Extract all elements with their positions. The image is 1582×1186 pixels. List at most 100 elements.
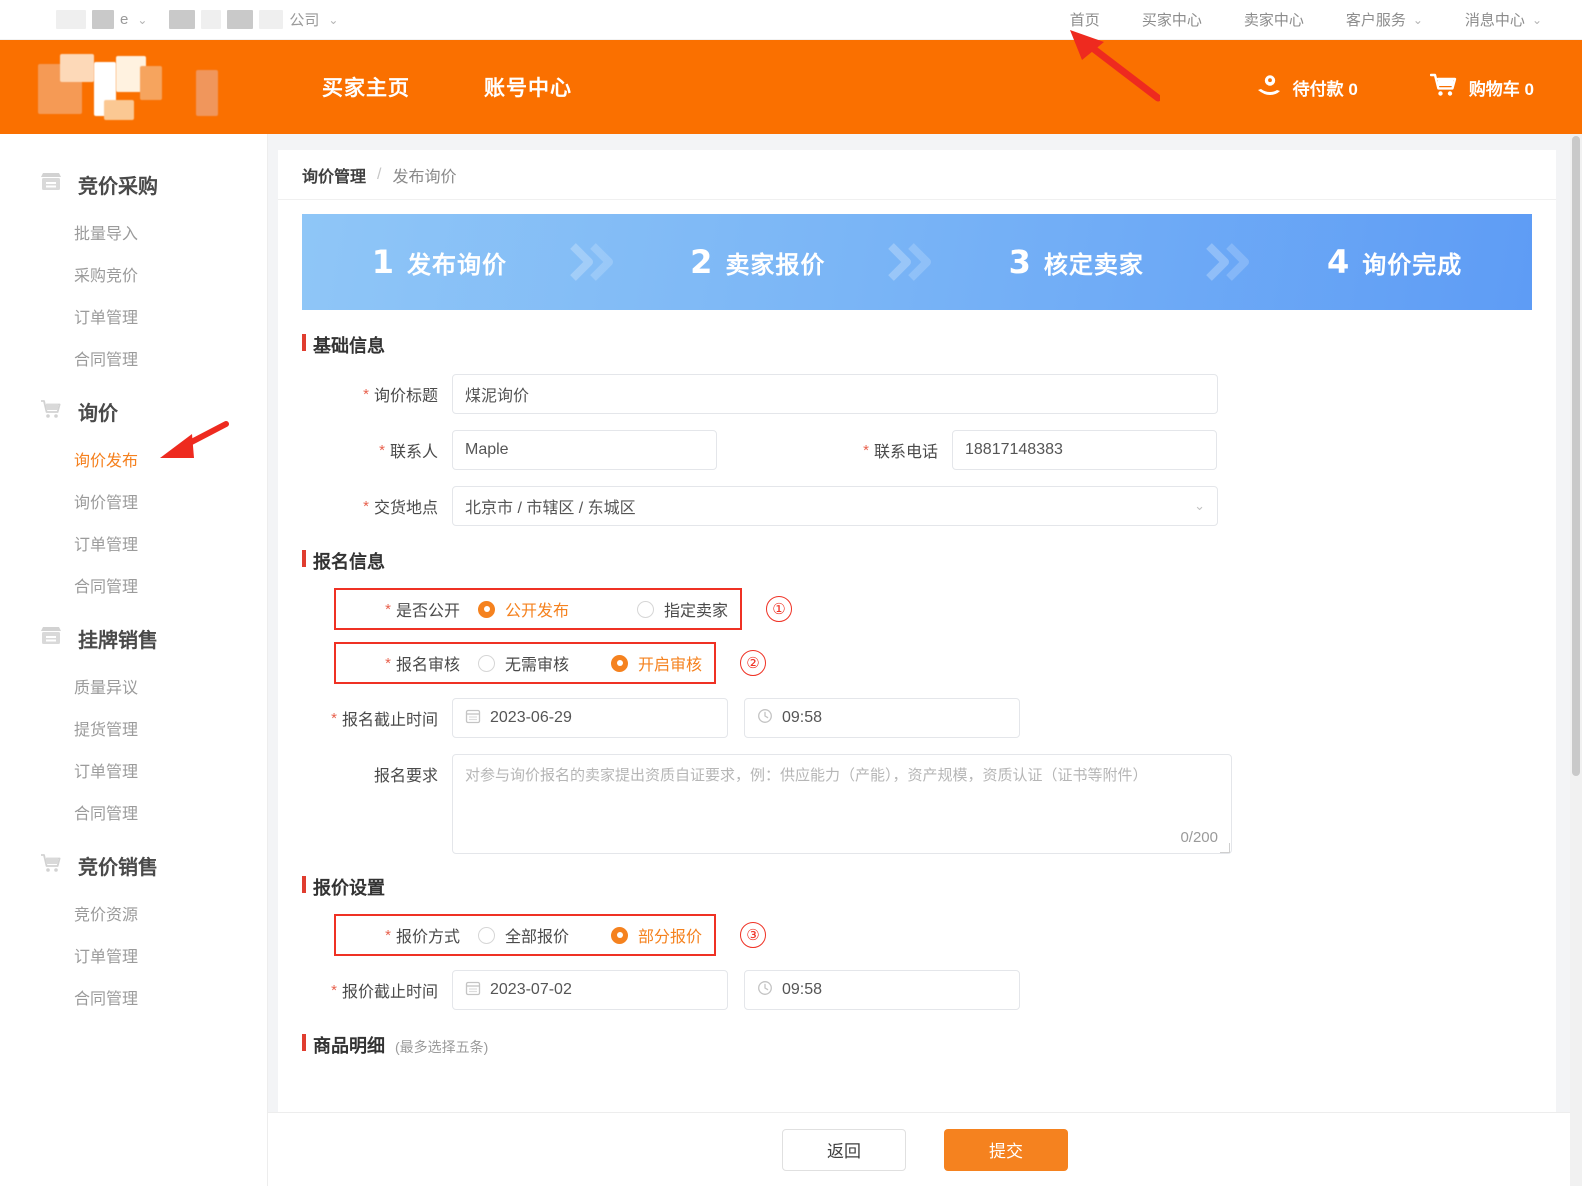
sidebar-group-header-bidding-purchase[interactable]: 竞价采购 bbox=[0, 158, 267, 211]
sidebar-item-batch-import[interactable]: 批量导入 bbox=[0, 211, 267, 253]
select-delivery-address[interactable]: 北京市 / 市辖区 / 东城区 ⌄ bbox=[452, 486, 1218, 526]
scrollbar-thumb[interactable] bbox=[1572, 136, 1580, 776]
form-row-signup-deadline: * 报名截止时间 2023-06-29 09:58 bbox=[278, 698, 1556, 738]
brand-nav: 买家主页 账号中心 bbox=[322, 72, 572, 102]
company-switcher[interactable]: 公司 ⌄ bbox=[169, 9, 338, 30]
sidebar-group-title: 竞价采购 bbox=[78, 176, 158, 198]
date-input-signup-deadline[interactable]: 2023-06-29 bbox=[452, 698, 728, 738]
sidebar-item-order-management-4[interactable]: 订单管理 bbox=[0, 934, 267, 976]
radio-partial-quote[interactable]: 部分报价 bbox=[611, 923, 702, 947]
time-input-signup-deadline[interactable]: 09:58 bbox=[744, 698, 1020, 738]
pending-payment-button[interactable]: 待付款 0 bbox=[1256, 72, 1358, 103]
chevron-down-icon: ⌄ bbox=[137, 12, 148, 27]
sidebar-item-contract-management-1[interactable]: 合同管理 bbox=[0, 337, 267, 379]
form-row-signup-requirement: 报名要求 对参与询价报名的卖家提出资质自证要求，例：供应能力（产能），资产规模，… bbox=[278, 754, 1556, 854]
step-3-verify-seller: 3 核定卖家 bbox=[1009, 243, 1144, 281]
radio-full-quote[interactable]: 全部报价 bbox=[478, 923, 569, 947]
radio-public-release[interactable]: 公开发布 bbox=[478, 597, 569, 621]
redacted-block bbox=[201, 10, 222, 29]
resize-grip-icon[interactable] bbox=[1220, 843, 1230, 853]
redacted-block bbox=[259, 10, 284, 29]
sidebar-item-quality-objection[interactable]: 质量异议 bbox=[0, 665, 267, 707]
radio-label: 公开发布 bbox=[505, 603, 570, 620]
pending-payment-label: 待付款 0 bbox=[1292, 79, 1358, 99]
form-row-signup-audit: * 报名审核 无需审核 开启审核 ② bbox=[334, 642, 1556, 684]
label-contact-person: * 联系人 bbox=[278, 438, 438, 462]
input-contact-person[interactable]: Maple bbox=[452, 430, 717, 470]
top-nav-item-customer-service[interactable]: 客户服务 ⌄ bbox=[1346, 9, 1423, 30]
top-nav-item-home[interactable]: 首页 bbox=[1070, 9, 1100, 30]
submit-button[interactable]: 提交 bbox=[944, 1128, 1068, 1171]
step-number: 3 bbox=[1008, 243, 1031, 281]
cart-icon bbox=[40, 853, 62, 879]
sidebar-item-contract-management-3[interactable]: 合同管理 bbox=[0, 791, 267, 833]
account-switcher[interactable]: e ⌄ bbox=[56, 10, 147, 29]
store-icon bbox=[40, 172, 62, 198]
top-nav-item-buyer-center[interactable]: 买家中心 bbox=[1142, 9, 1202, 30]
radio-label: 指定卖家 bbox=[664, 603, 729, 620]
back-button[interactable]: 返回 bbox=[782, 1128, 906, 1171]
radio-indicator bbox=[478, 600, 495, 618]
radio-designated-seller[interactable]: 指定卖家 bbox=[637, 597, 728, 621]
sidebar-group-title: 挂牌销售 bbox=[78, 630, 158, 652]
breadcrumb: 询价管理 / 发布询价 bbox=[278, 150, 1556, 200]
sidebar-group-inquiry: 询价 询价发布 询价管理 订单管理 合同管理 bbox=[0, 385, 267, 606]
redacted-block bbox=[92, 10, 114, 29]
step-number: 4 bbox=[1326, 243, 1350, 281]
top-nav-label: 买家中心 bbox=[1141, 12, 1202, 29]
label-text: 报价方式 bbox=[395, 929, 460, 946]
annotation-box-3: * 报价方式 全部报价 部分报价 bbox=[334, 914, 717, 956]
form-row-delivery-address: * 交货地点 北京市 / 市辖区 / 东城区 ⌄ bbox=[278, 486, 1556, 526]
step-arrow-icon bbox=[1206, 242, 1255, 282]
sidebar-group-header-bidding-sales[interactable]: 竞价销售 bbox=[0, 839, 267, 892]
page-scrollbar[interactable] bbox=[1570, 134, 1582, 1186]
sidebar-item-contract-management-4[interactable]: 合同管理 bbox=[0, 976, 267, 1018]
brand-nav-item-buyer-home[interactable]: 买家主页 bbox=[322, 72, 410, 102]
site-logo[interactable] bbox=[0, 40, 300, 134]
required-asterisk: * bbox=[863, 441, 869, 459]
sidebar-group-bidding-sales: 竞价销售 竞价资源 订单管理 合同管理 bbox=[0, 839, 267, 1018]
sidebar-item-bidding-resource[interactable]: 竞价资源 bbox=[0, 892, 267, 934]
input-inquiry-title[interactable]: 煤泥询价 bbox=[452, 374, 1218, 414]
date-input-quote-deadline[interactable]: 2023-07-02 bbox=[452, 970, 728, 1010]
logo-blob bbox=[104, 100, 134, 120]
sidebar-group-header-listing-sales[interactable]: 挂牌销售 bbox=[0, 612, 267, 665]
time-value: 09:58 bbox=[782, 981, 823, 998]
required-asterisk: * bbox=[331, 709, 337, 727]
sidebar-group-header-inquiry[interactable]: 询价 bbox=[0, 385, 267, 438]
sidebar-item-purchase-bidding[interactable]: 采购竞价 bbox=[0, 253, 267, 295]
sidebar-item-order-management-2[interactable]: 订单管理 bbox=[0, 522, 267, 564]
form-row-is-public: * 是否公开 公开发布 指定卖家 ① bbox=[334, 588, 1556, 630]
cart-icon bbox=[40, 399, 62, 425]
top-nav-label: 卖家中心 bbox=[1243, 12, 1304, 29]
sidebar-item-inquiry-management[interactable]: 询价管理 bbox=[0, 480, 267, 522]
sidebar: 竞价采购 批量导入 采购竞价 订单管理 合同管理 询价 询价发布 询价管理 订单… bbox=[0, 134, 268, 1186]
cart-button[interactable]: 购物车 0 bbox=[1429, 72, 1534, 103]
clock-icon bbox=[757, 708, 782, 729]
sidebar-item-order-management-1[interactable]: 订单管理 bbox=[0, 295, 267, 337]
time-input-quote-deadline[interactable]: 09:58 bbox=[744, 970, 1020, 1010]
sidebar-item-pickup-management[interactable]: 提货管理 bbox=[0, 707, 267, 749]
brand-nav-item-account-center[interactable]: 账号中心 bbox=[484, 72, 572, 102]
label-contact-phone: * 联系电话 bbox=[788, 438, 938, 462]
radio-indicator bbox=[478, 654, 495, 672]
breadcrumb-item-inquiry-management[interactable]: 询价管理 bbox=[302, 163, 366, 187]
footer-action-bar: 返回 提交 bbox=[268, 1112, 1582, 1186]
top-nav-label: 首页 bbox=[1069, 12, 1100, 29]
chevron-down-icon: ⌄ bbox=[1531, 12, 1542, 27]
top-nav-item-message-center[interactable]: 消息中心 ⌄ bbox=[1465, 9, 1542, 30]
textarea-signup-requirement[interactable]: 对参与询价报名的卖家提出资质自证要求，例：供应能力（产能），资产规模，资质认证（… bbox=[452, 754, 1232, 854]
sidebar-item-order-management-3[interactable]: 订单管理 bbox=[0, 749, 267, 791]
sidebar-item-contract-management-2[interactable]: 合同管理 bbox=[0, 564, 267, 606]
required-asterisk: * bbox=[385, 926, 391, 944]
radio-enable-audit[interactable]: 开启审核 bbox=[611, 651, 702, 675]
radio-indicator bbox=[611, 654, 629, 672]
top-nav-item-seller-center[interactable]: 卖家中心 bbox=[1244, 9, 1304, 30]
input-contact-phone[interactable]: 18817148383 bbox=[952, 430, 1217, 470]
radio-no-audit[interactable]: 无需审核 bbox=[478, 651, 569, 675]
label-text: 交货地点 bbox=[373, 500, 438, 517]
label-text: 联系人 bbox=[389, 444, 438, 461]
select-value: 北京市 / 市辖区 / 东城区 bbox=[465, 500, 636, 517]
sidebar-item-inquiry-publish[interactable]: 询价发布 bbox=[0, 438, 267, 480]
form-row-quote-method: * 报价方式 全部报价 部分报价 ③ bbox=[334, 914, 1556, 956]
